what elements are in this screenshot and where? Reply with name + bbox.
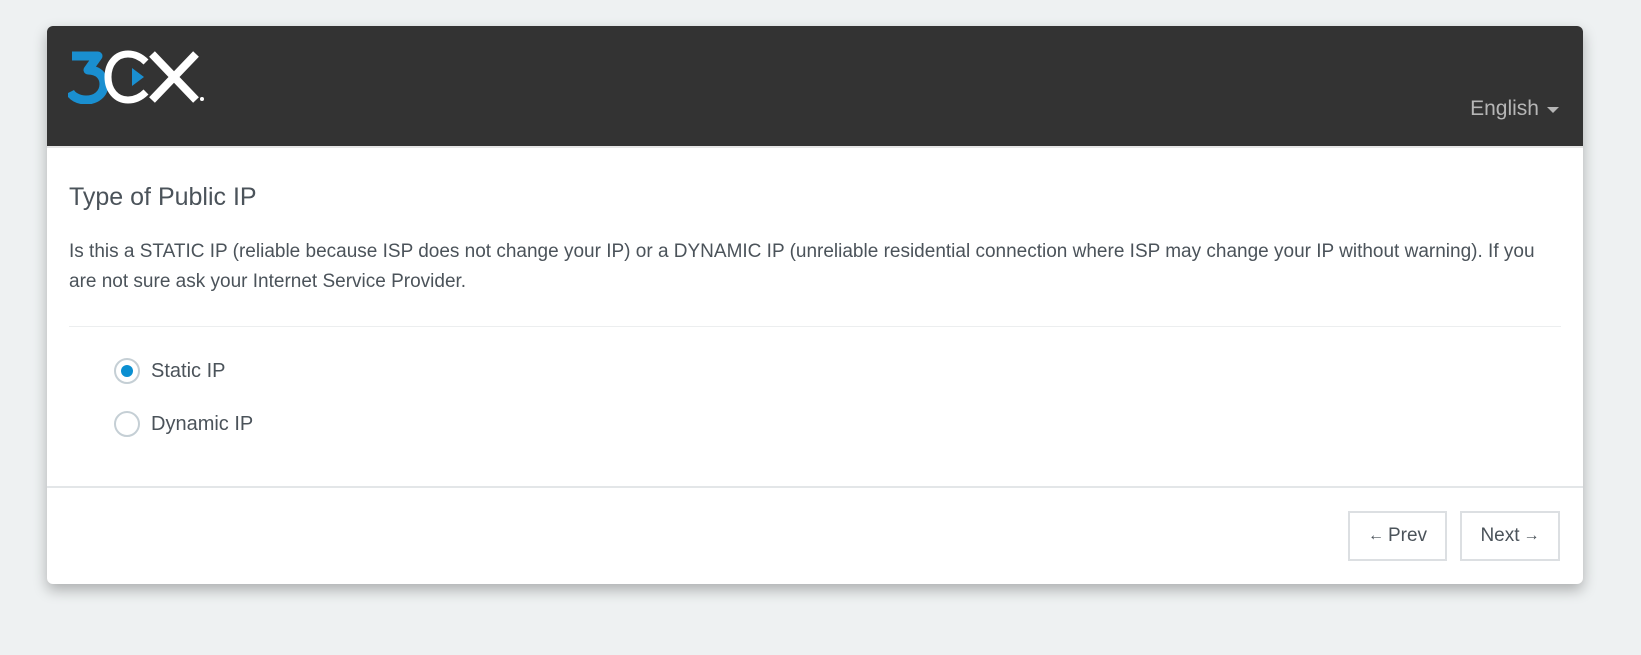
3cx-logo [68,50,204,104]
arrow-left-icon: ← [1367,527,1384,544]
static-ip-label[interactable]: Static IP [151,360,225,383]
dynamic-ip-option[interactable]: Dynamic IP [114,411,253,437]
page-title: Type of Public IP [69,183,257,211]
section-divider [69,326,1561,327]
static-ip-radio[interactable] [114,358,140,384]
language-dropdown[interactable]: English [1470,97,1559,121]
language-label: English [1470,97,1539,120]
static-ip-option[interactable]: Static IP [114,358,225,384]
dynamic-ip-radio[interactable] [114,411,140,437]
page-description: Is this a STATIC IP (reliable because IS… [69,241,1535,292]
arrow-right-icon: → [1523,527,1540,544]
prev-button[interactable]: ← Prev [1348,511,1447,561]
dynamic-ip-label[interactable]: Dynamic IP [151,413,253,436]
next-button[interactable]: Next → [1460,511,1560,561]
footer-divider [47,486,1583,488]
prev-button-label: Prev [1387,525,1428,546]
next-button-label: Next [1480,525,1520,546]
header-bar: English [47,26,1583,148]
caret-down-icon [1547,107,1559,113]
setup-wizard-card: English Type of Public IP Is this a STAT… [47,26,1583,584]
